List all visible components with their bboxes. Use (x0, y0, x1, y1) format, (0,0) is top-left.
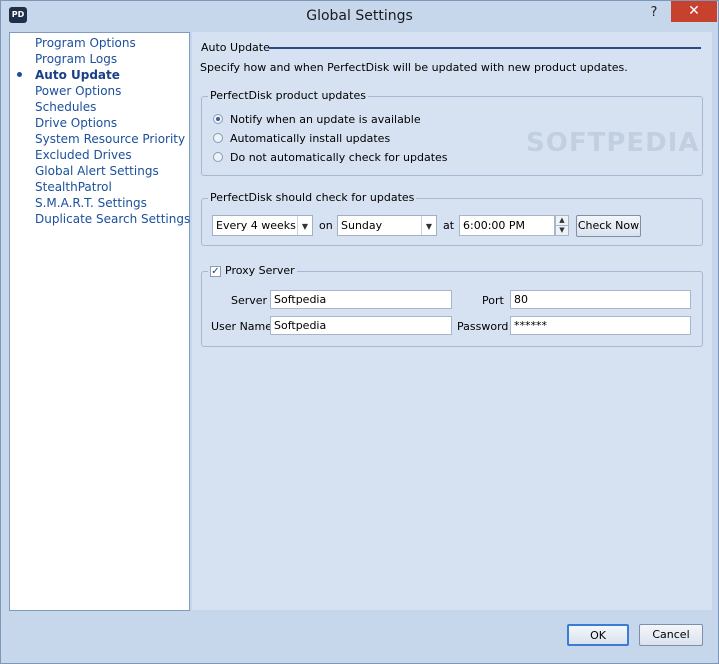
frequency-dropdown[interactable]: Every 4 weeks ▼ (212, 215, 313, 236)
port-label: Port (482, 294, 504, 307)
check-now-button[interactable]: Check Now (576, 215, 641, 237)
radio-notify-button[interactable] (213, 114, 223, 124)
nav-item-system-resource-priority[interactable]: System Resource Priority (35, 131, 185, 147)
nav-item-schedules[interactable]: Schedules (35, 99, 96, 115)
nav-item-smart-settings[interactable]: S.M.A.R.T. Settings (35, 195, 147, 211)
help-button[interactable]: ? (641, 3, 667, 23)
time-spinner[interactable]: ▲ ▼ (555, 215, 569, 236)
cancel-button[interactable]: Cancel (639, 624, 703, 646)
radio-auto-install-button[interactable] (213, 133, 223, 143)
check-schedule-group: PerfectDisk should check for updates Eve… (201, 191, 703, 246)
time-input[interactable]: 6:00:00 PM (459, 215, 555, 236)
ok-button[interactable]: OK (567, 624, 629, 646)
nav-item-power-options[interactable]: Power Options (35, 83, 121, 99)
nav-item-drive-options[interactable]: Drive Options (35, 115, 117, 131)
day-dropdown[interactable]: Sunday ▼ (337, 215, 437, 236)
password-label: Password (457, 320, 509, 333)
settings-nav-sidebar: Program Options Program Logs Auto Update… (9, 32, 190, 611)
close-button[interactable]: ✕ (671, 1, 717, 22)
password-input[interactable]: ****** (510, 316, 691, 335)
nav-item-auto-update[interactable]: Auto Update (35, 67, 120, 83)
title-bar: PD Global Settings ? ✕ (1, 1, 718, 31)
username-label: User Name (211, 320, 273, 333)
section-description: Specify how and when PerfectDisk will be… (200, 61, 628, 74)
window-title: Global Settings (306, 8, 413, 24)
proxy-server-group-title: Proxy Server (208, 264, 297, 277)
nav-item-duplicate-search-settings[interactable]: Duplicate Search Settings (35, 211, 190, 227)
settings-content-panel: Auto Update Specify how and when Perfect… (192, 32, 712, 610)
section-divider (269, 47, 701, 49)
port-value: 80 (514, 293, 528, 306)
proxy-server-group: Proxy Server ✓ Server Softpedia Port 80 … (201, 264, 703, 347)
dialog-footer: OK Cancel (1, 612, 718, 663)
spin-up-icon[interactable]: ▲ (556, 216, 568, 226)
username-input[interactable]: Softpedia (270, 316, 452, 335)
radio-no-check-button[interactable] (213, 152, 223, 162)
spin-down-icon[interactable]: ▼ (556, 226, 568, 235)
chevron-down-icon[interactable]: ▼ (421, 216, 436, 235)
nav-item-global-alert-settings[interactable]: Global Alert Settings (35, 163, 159, 179)
server-value: Softpedia (274, 293, 327, 306)
time-value: 6:00:00 PM (463, 219, 526, 232)
on-label: on (319, 219, 333, 232)
server-input[interactable]: Softpedia (270, 290, 452, 309)
chevron-down-icon[interactable]: ▼ (297, 216, 312, 235)
nav-item-stealthpatrol[interactable]: StealthPatrol (35, 179, 112, 195)
product-updates-group: PerfectDisk product updates Notify when … (201, 89, 703, 176)
day-value: Sunday (341, 219, 383, 232)
frequency-value: Every 4 weeks (216, 219, 296, 232)
at-label: at (443, 219, 455, 232)
password-value: ****** (514, 319, 547, 332)
section-title: Auto Update (201, 41, 270, 54)
global-settings-window: PD Global Settings ? ✕ Program Options P… (0, 0, 719, 664)
radio-auto-install-label: Automatically install updates (230, 132, 391, 145)
port-input[interactable]: 80 (510, 290, 691, 309)
product-updates-group-title: PerfectDisk product updates (208, 89, 368, 102)
server-label: Server (231, 294, 268, 307)
radio-no-check-label: Do not automatically check for updates (230, 151, 448, 164)
active-bullet-icon (17, 72, 22, 77)
check-schedule-group-title: PerfectDisk should check for updates (208, 191, 417, 204)
nav-item-program-options[interactable]: Program Options (35, 35, 136, 51)
nav-item-program-logs[interactable]: Program Logs (35, 51, 117, 67)
nav-item-excluded-drives[interactable]: Excluded Drives (35, 147, 132, 163)
username-value: Softpedia (274, 319, 327, 332)
radio-notify-label: Notify when an update is available (230, 113, 421, 126)
proxy-server-checkbox[interactable]: ✓ (210, 266, 221, 277)
